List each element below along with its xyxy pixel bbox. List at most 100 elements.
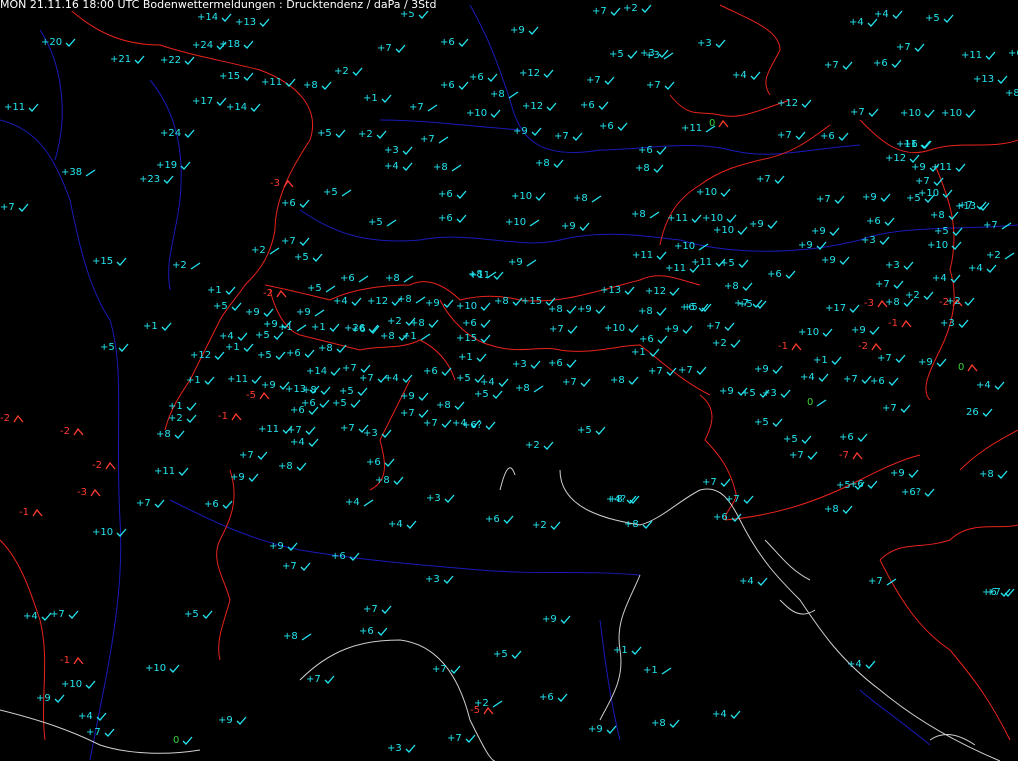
- tendency-check-icon: [997, 470, 1008, 479]
- station-reading: +5: [783, 434, 812, 446]
- falling-tendency-icon: [852, 451, 863, 460]
- tendency-check-icon: [531, 127, 542, 136]
- tendency-check-icon: [248, 473, 259, 482]
- tendency-check-icon: [780, 389, 791, 398]
- tendency-value: +7: [983, 220, 998, 231]
- station-reading: -3: [77, 487, 101, 499]
- tendency-check-icon: [743, 495, 754, 504]
- station-reading: +5: [609, 49, 638, 61]
- tendency-value: -5: [470, 705, 480, 716]
- station-reading: +10: [466, 108, 501, 120]
- tendency-value: +9: [36, 693, 51, 704]
- station-reading: +6: [1008, 48, 1018, 60]
- station-reading: +6: [438, 189, 467, 201]
- rising-tendency-icon: [325, 285, 336, 293]
- tendency-value: +5: [100, 342, 115, 353]
- tendency-check-icon: [656, 251, 667, 260]
- tendency-check-icon: [656, 307, 667, 316]
- tendency-value: -2: [92, 460, 102, 471]
- tendency-value: -1: [218, 411, 228, 422]
- tendency-value: +6: [340, 273, 355, 284]
- tendency-check-icon: [85, 680, 96, 689]
- tendency-check-icon: [868, 108, 879, 117]
- tendency-value: +6: [485, 514, 500, 525]
- tendency-check-icon: [933, 177, 944, 186]
- tendency-value: +9: [821, 255, 836, 266]
- tendency-value: +4: [78, 711, 93, 722]
- station-reading: +9: [296, 307, 325, 319]
- station-reading: +5: [925, 13, 954, 25]
- tendency-value: +38: [61, 167, 83, 178]
- tendency-value: +9: [230, 472, 245, 483]
- station-reading: +10: [696, 187, 731, 199]
- station-reading: +7: [868, 576, 897, 588]
- tendency-value: +4: [712, 709, 727, 720]
- tendency-check-icon: [405, 744, 416, 753]
- station-reading: +11: [961, 50, 996, 62]
- station-reading: +2: [525, 440, 554, 452]
- tendency-check-icon: [391, 297, 402, 306]
- tendency-value: +7: [875, 279, 890, 290]
- station-reading: +8: [535, 158, 564, 170]
- tendency-check-icon: [669, 287, 680, 296]
- tendency-check-icon: [696, 366, 707, 375]
- tendency-value: +1: [168, 401, 183, 412]
- station-reading: +7: [678, 365, 707, 377]
- station-reading: +9: [400, 391, 429, 403]
- station-reading: +3: [512, 359, 541, 371]
- tendency-value: +8: [610, 375, 625, 386]
- station-reading: +4: [800, 372, 829, 384]
- tendency-check-icon: [357, 387, 368, 396]
- falling-tendency-icon: [877, 299, 888, 308]
- tendency-check-icon: [18, 203, 29, 212]
- station-reading: +9: [508, 257, 537, 269]
- rising-tendency-icon: [420, 333, 431, 341]
- station-reading: +4: [388, 519, 417, 531]
- tendency-check-icon: [604, 76, 615, 85]
- station-reading: +6: [340, 273, 369, 285]
- tendency-check-icon: [116, 257, 127, 266]
- falling-tendency-icon: [791, 342, 802, 351]
- tendency-check-icon: [299, 237, 310, 246]
- station-reading: +5: [368, 217, 397, 229]
- station-reading: -2: [858, 341, 882, 353]
- station-reading: +13: [285, 384, 320, 396]
- station-reading: +4: [874, 9, 903, 21]
- tendency-check-icon: [879, 236, 890, 245]
- tendency-value: +4: [849, 17, 864, 28]
- tendency-check-icon: [982, 408, 993, 417]
- tendency-value: +8: [385, 273, 400, 284]
- tendency-check-icon: [730, 710, 741, 719]
- tendency-check-icon: [376, 130, 387, 139]
- tendency-value: +10: [145, 663, 167, 674]
- tendency-check-icon: [550, 521, 561, 530]
- tendency-value: -1: [778, 341, 788, 352]
- station-reading: +7: [282, 561, 311, 573]
- tendency-value: +9: [400, 391, 415, 402]
- rising-tendency-icon: [649, 211, 660, 219]
- tendency-value: +7: [136, 498, 151, 509]
- tendency-check-icon: [834, 195, 845, 204]
- station-reading: +1: [143, 321, 172, 333]
- station-reading: +6: [301, 398, 330, 410]
- tendency-value: +7: [958, 200, 973, 211]
- tendency-check-icon: [884, 217, 895, 226]
- tendency-value: +10: [918, 188, 940, 199]
- tendency-check-icon: [606, 725, 617, 734]
- station-reading: +6: [440, 80, 469, 92]
- tendency-check-icon: [924, 109, 935, 118]
- station-reading: +1: [402, 331, 431, 343]
- station-reading: +7: [875, 279, 904, 291]
- tendency-check-icon: [377, 627, 388, 636]
- tendency-value: +2: [946, 296, 961, 307]
- tendency-value: +12: [522, 101, 544, 112]
- rising-tendency-icon: [663, 52, 674, 60]
- tendency-check-icon: [305, 426, 316, 435]
- tendency-value: +9: [851, 325, 866, 336]
- tendency-value: +6: [286, 348, 301, 359]
- tendency-value: +8: [624, 519, 639, 530]
- station-reading: +6: [820, 131, 849, 143]
- tendency-check-icon: [350, 399, 361, 408]
- tendency-check-icon: [257, 451, 268, 460]
- tendency-value: +9: [811, 226, 826, 237]
